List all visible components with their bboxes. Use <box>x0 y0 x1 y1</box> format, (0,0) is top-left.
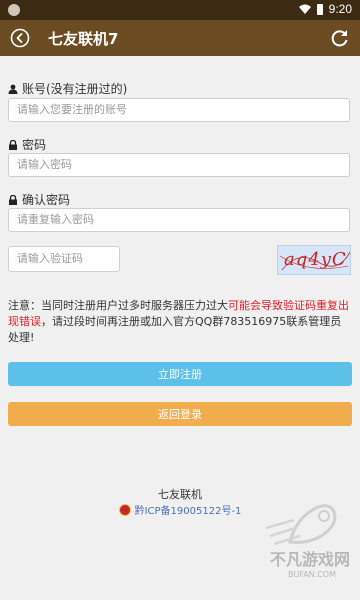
status-time: 9:20 <box>328 2 352 16</box>
user-icon <box>8 84 18 94</box>
register-button[interactable]: 立即注册 <box>8 362 352 386</box>
register-notice: 注意：当同时注册用户过多时服务器压力过大可能会导致验证码重复出现错误，请过段时间… <box>8 298 352 346</box>
account-label: 账号(没有注册过的) <box>22 82 128 96</box>
watermark: 不凡游戏网 BUFAN.COM <box>250 498 350 588</box>
back-to-login-button[interactable]: 返回登录 <box>8 402 352 426</box>
lock-icon <box>9 139 17 150</box>
watermark-logo <box>265 504 337 546</box>
status-icons: 9:20 <box>298 2 352 16</box>
battery-icon <box>316 3 323 15</box>
lock-icon <box>9 194 17 205</box>
icp-link[interactable]: 黔ICP备19005122号-1 <box>135 502 242 517</box>
password-label-row: 密码 <box>8 136 46 153</box>
account-label-row: 账号(没有注册过的) <box>8 80 127 97</box>
refresh-button[interactable] <box>330 28 350 48</box>
page-title: 七友联机7 <box>48 30 119 48</box>
wifi-icon <box>298 4 311 14</box>
captcha-input[interactable] <box>8 246 120 272</box>
captcha-image[interactable]: aq4yC <box>277 245 351 275</box>
police-emblem-icon <box>118 503 131 516</box>
confirm-password-label: 确认密码 <box>22 193 71 207</box>
password-label: 密码 <box>22 138 47 152</box>
notice-prefix: 注意：当同时注册用户过多时服务器压力过大 <box>8 299 228 312</box>
app-bar: 七友联机7 <box>0 20 360 56</box>
account-input[interactable] <box>8 98 350 122</box>
captcha-text: aq4yC <box>284 249 347 270</box>
watermark-text: 不凡游戏网 <box>269 550 350 569</box>
confirm-password-input[interactable] <box>8 208 350 232</box>
password-input[interactable] <box>8 153 350 177</box>
confirm-label-row: 确认密码 <box>8 191 70 208</box>
notice-suffix: ，请过段时间再注册或加入官方QQ群783516975联系管理员处理! <box>8 315 342 344</box>
back-button[interactable] <box>10 28 30 48</box>
status-bar: 9:20 <box>0 0 360 20</box>
app-notification-icon <box>8 4 20 16</box>
watermark-url: BUFAN.COM <box>288 570 336 579</box>
